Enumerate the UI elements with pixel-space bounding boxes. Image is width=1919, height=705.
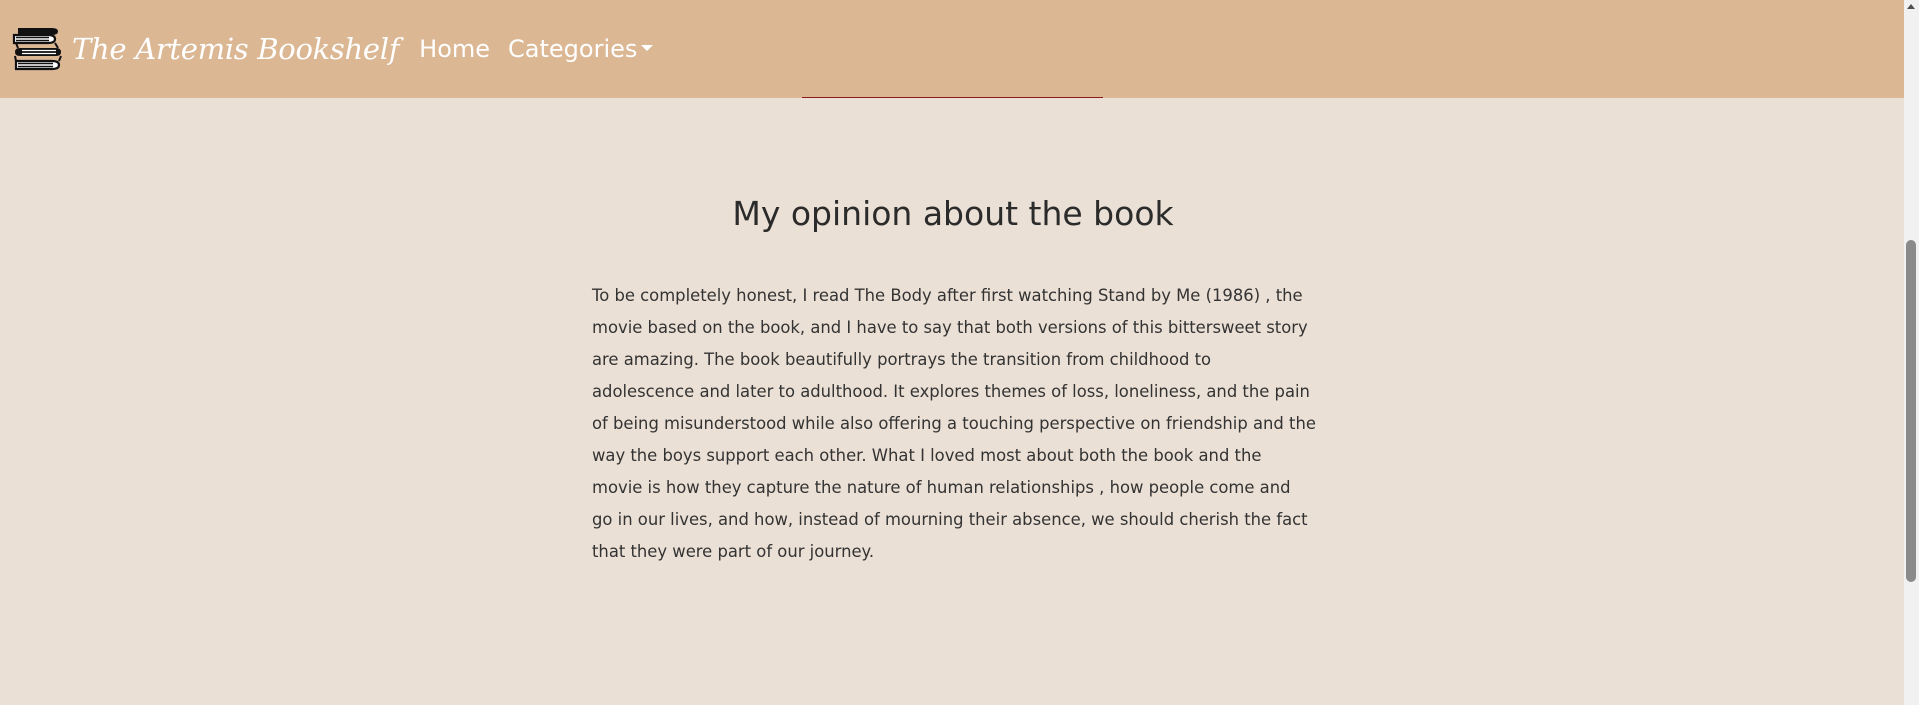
opinion-section: My opinion about the book To be complete… bbox=[592, 190, 1316, 568]
nav-categories-dropdown[interactable]: Categories bbox=[508, 35, 654, 63]
brand-name: The Artemis Bookshelf bbox=[72, 32, 400, 66]
vertical-scrollbar[interactable] bbox=[1904, 0, 1919, 705]
navbar: The Artemis Bookshelf Home Categories bbox=[0, 0, 1904, 98]
caret-down-icon bbox=[641, 45, 654, 51]
opinion-paragraph: To be completely honest, I read The Body… bbox=[592, 286, 1316, 561]
scroll-up-arrow-icon[interactable] bbox=[1907, 4, 1915, 9]
brand-link[interactable]: The Artemis Bookshelf bbox=[12, 27, 399, 71]
nav-home-link[interactable]: Home bbox=[419, 35, 490, 63]
section-title: My opinion about the book bbox=[732, 194, 1174, 233]
accent-underline bbox=[802, 97, 1103, 98]
nav-categories-label: Categories bbox=[508, 35, 638, 63]
scrollbar-thumb[interactable] bbox=[1906, 240, 1916, 582]
book-stack-icon bbox=[12, 28, 62, 71]
